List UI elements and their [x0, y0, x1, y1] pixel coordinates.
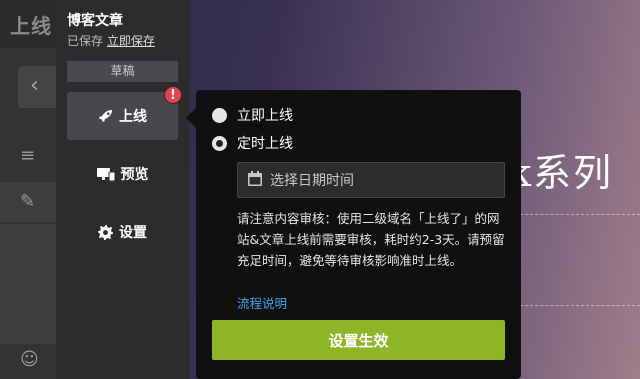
option-label: 立即上线 [237, 108, 293, 124]
datetime-picker-input[interactable]: 选择日期时间 [237, 162, 505, 198]
page-title-fragment: k系列 [508, 151, 614, 195]
nav-settings-label: 设置 [119, 225, 147, 241]
save-status-text: 已保存 [67, 34, 104, 48]
sidebar-row-icon[interactable]: ✎ [0, 182, 60, 222]
radio-unchecked-icon[interactable] [212, 107, 227, 123]
nav-preview-button[interactable]: 预览 [67, 150, 178, 198]
divider [515, 305, 640, 306]
publish-popover: 立即上线 定时上线 选择日期时间 请注意内容审核：使用二级域名「上线了」的网站&… [196, 90, 521, 379]
option-publish-now[interactable]: 立即上线 [212, 105, 293, 125]
save-now-link[interactable]: 立即保存 [107, 34, 155, 48]
rocket-icon [98, 109, 113, 124]
panel-title: 博客文章 [67, 13, 123, 29]
radio-checked-icon[interactable] [212, 135, 227, 151]
gear-icon [98, 224, 113, 240]
review-notice: 请注意内容审核：使用二级域名「上线了」的网站&文章上线前需要审核，耗时约2-3天… [237, 211, 505, 268]
calendar-icon [248, 170, 262, 190]
monitor-icon [96, 167, 115, 182]
publish-panel: 博客文章 已保存 立即保存 草稿 上线 预览 设置 [56, 0, 190, 379]
option-scheduled-publish[interactable]: 定时上线 [212, 133, 293, 153]
option-label: 定时上线 [237, 136, 293, 152]
sidebar-subitem[interactable] [0, 224, 60, 264]
sidebar-subitem[interactable] [0, 264, 60, 304]
datetime-placeholder: 选择日期时间 [270, 173, 354, 189]
nav-publish-label: 上线 [119, 109, 147, 125]
app-logo: 上线 [10, 14, 52, 38]
alert-icon: ! [164, 86, 182, 104]
divider [515, 214, 640, 215]
nav-preview-label: 预览 [120, 167, 149, 183]
nav-settings-button[interactable]: 设置 [67, 208, 178, 256]
apply-settings-button[interactable]: 设置生效 [212, 320, 505, 360]
process-help-link[interactable]: 流程说明 [237, 293, 287, 312]
popover-arrow [186, 108, 196, 128]
sidebar-subitem[interactable] [0, 304, 60, 344]
save-status: 已保存 立即保存 [67, 32, 155, 49]
draft-badge: 草稿 [67, 61, 178, 82]
nav-publish-button[interactable]: 上线 [67, 92, 178, 140]
sidebar-row-icon[interactable]: ≡ [0, 136, 60, 176]
sidebar-row-icon[interactable]: ☺ [0, 340, 60, 379]
